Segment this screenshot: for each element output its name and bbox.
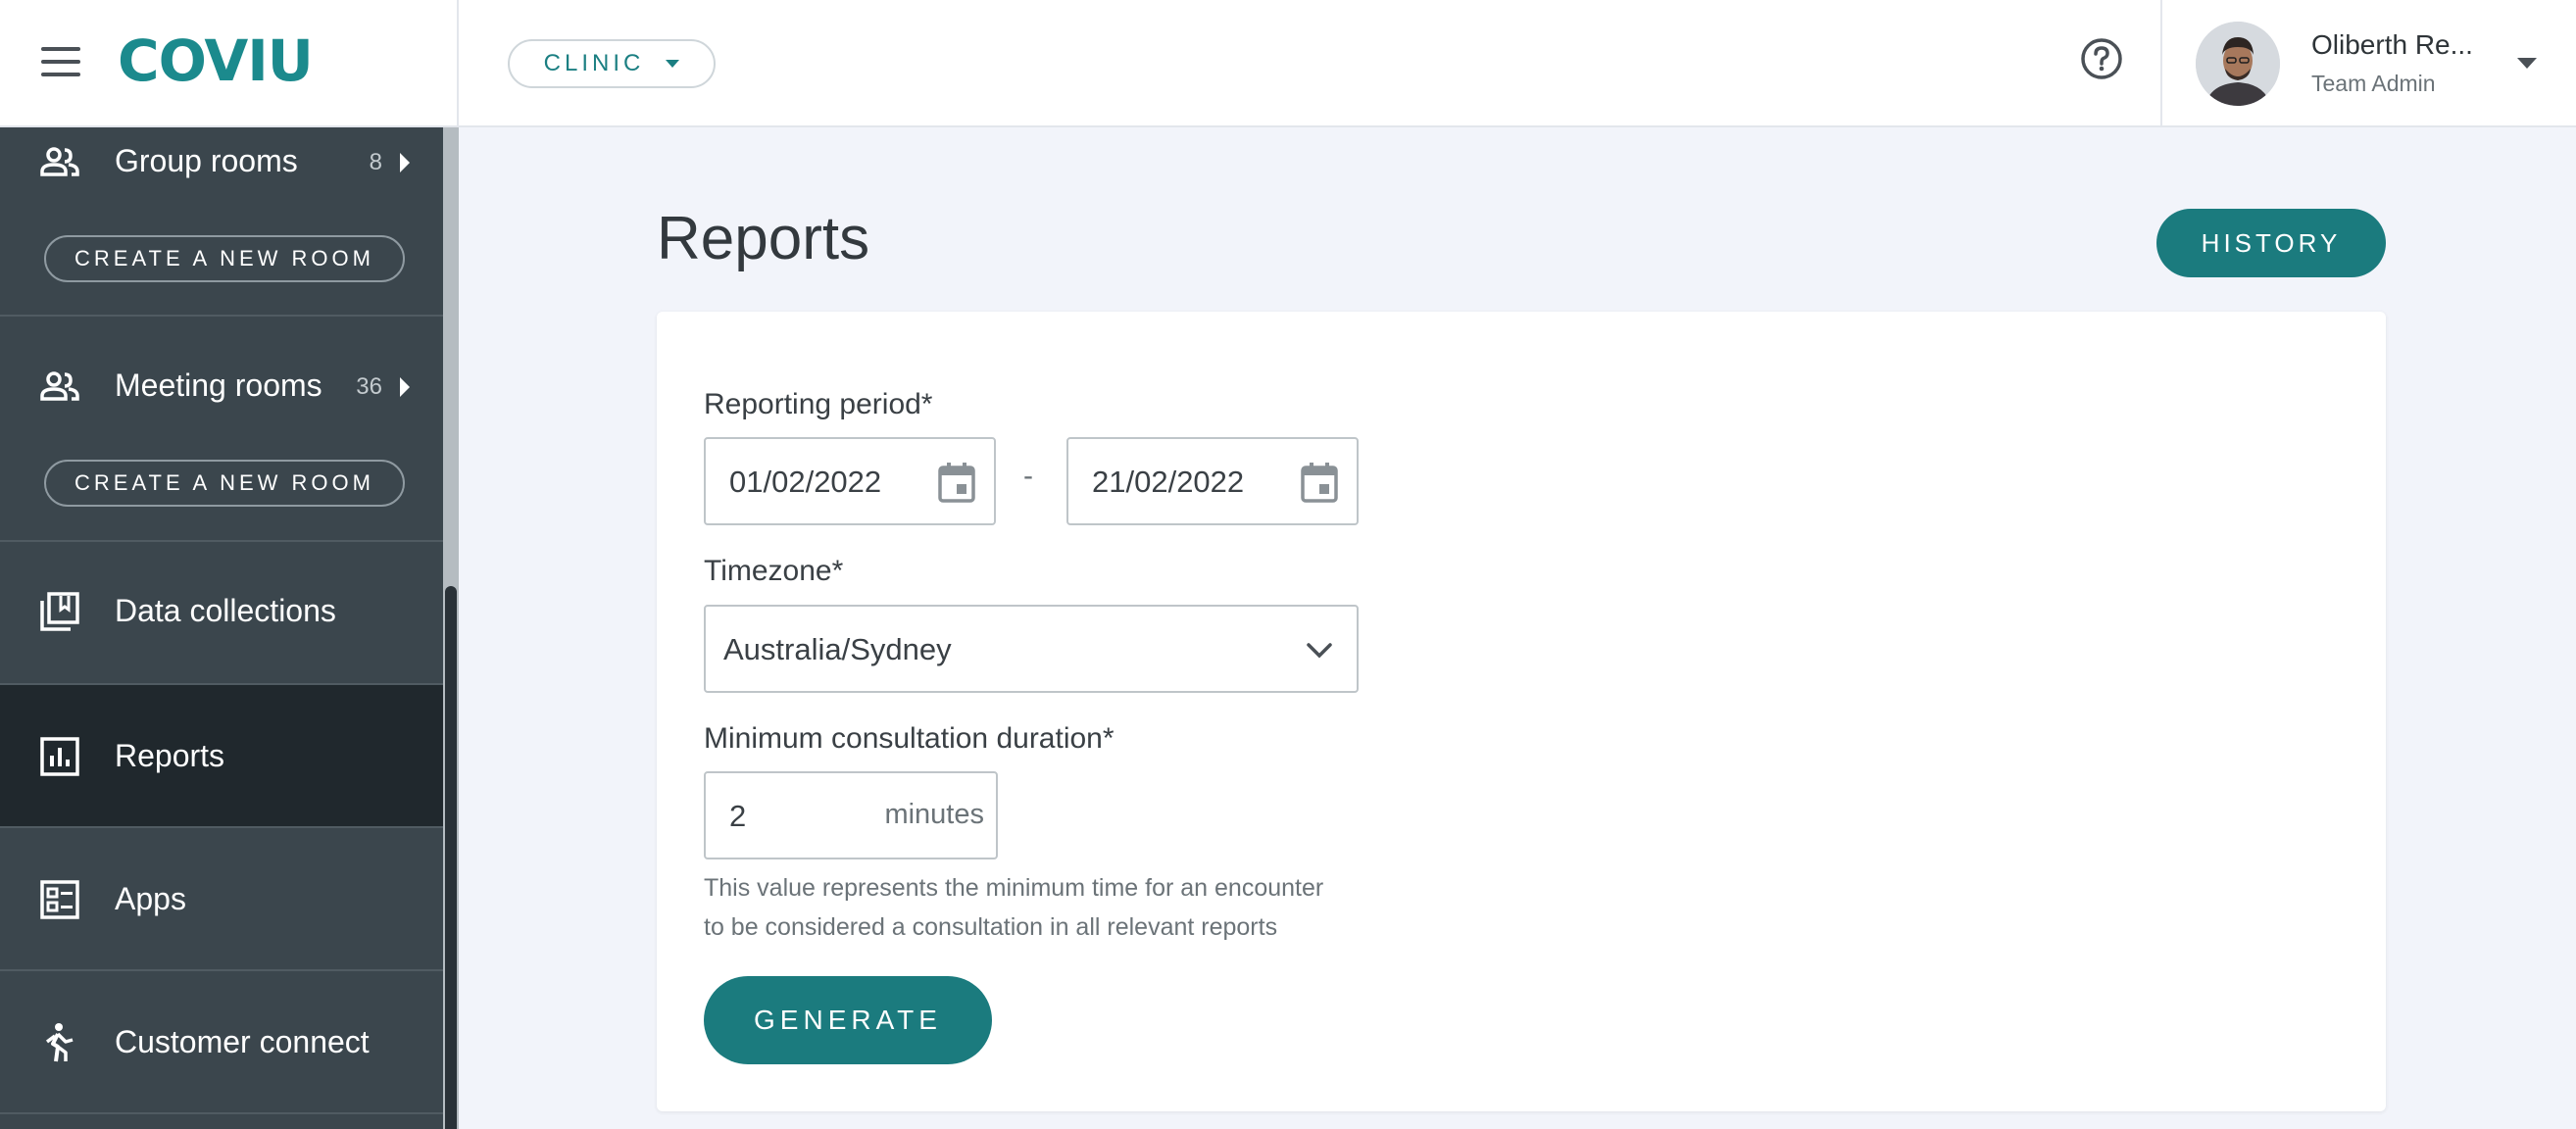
end-date-field[interactable]: 21/02/2022 (1066, 437, 1359, 525)
help-text-line: This value represents the minimum time f… (704, 874, 1324, 902)
user-name: Oliberth Re... (2311, 29, 2473, 60)
avatar (2196, 22, 2280, 106)
timezone-label: Timezone* (704, 555, 844, 587)
coviu-logo[interactable]: COVIU (118, 27, 314, 94)
sidebar: Group rooms 8 CREATE A NEW ROOM Meeting … (0, 127, 459, 1129)
collections-icon (40, 592, 79, 631)
chevron-right-icon (400, 377, 410, 397)
sidebar-section-group-rooms: Group rooms 8 CREATE A NEW ROOM (0, 127, 443, 317)
minimum-duration-label: Minimum consultation duration* (704, 722, 1115, 755)
user-role: Team Admin (2311, 71, 2436, 96)
sidebar-item-customer-connect[interactable]: Customer connect (0, 971, 443, 1114)
clinic-selector[interactable]: CLINIC (508, 39, 716, 88)
scrollbar-thumb[interactable] (445, 586, 457, 1129)
sidebar-section-meeting-rooms: Meeting rooms 36 CREATE A NEW ROOM (0, 317, 443, 542)
sidebar-item-label: Data collections (115, 593, 336, 628)
generate-button[interactable]: GENERATE (704, 976, 992, 1064)
sidebar-item-label: Customer connect (115, 1024, 370, 1059)
menu-icon[interactable] (41, 47, 80, 78)
timezone-select[interactable]: Australia/Sydney (704, 605, 1359, 693)
calendar-icon[interactable] (1300, 461, 1339, 504)
sidebar-scrollbar[interactable] (443, 127, 459, 1129)
history-button[interactable]: HISTORY (2156, 209, 2386, 277)
start-date-value: 01/02/2022 (729, 465, 882, 499)
sidebar-item-group-rooms[interactable]: Group rooms 8 (0, 133, 443, 192)
chevron-right-icon (400, 153, 410, 172)
end-date-value: 21/02/2022 (1092, 465, 1245, 499)
chart-icon (40, 737, 79, 776)
chevron-down-icon (1307, 643, 1332, 659)
room-count-badge: 8 (369, 149, 382, 175)
sidebar-item-label: Meeting rooms (115, 368, 322, 403)
help-icon[interactable] (2080, 37, 2123, 80)
caret-down-icon[interactable] (2517, 58, 2537, 69)
reporting-period-label: Reporting period* (704, 388, 933, 420)
report-form-card: Reporting period* 01/02/2022 - 21/02/202… (657, 312, 2386, 1111)
create-group-room-button[interactable]: CREATE A NEW ROOM (44, 235, 405, 282)
duration-unit: minutes (884, 799, 984, 830)
duration-help-text: This value represents the minimum time f… (704, 868, 1390, 947)
create-meeting-room-button[interactable]: CREATE A NEW ROOM (44, 460, 405, 507)
group-icon (40, 147, 79, 176)
room-count-badge: 36 (356, 373, 382, 400)
sidebar-item-apps[interactable]: Apps (0, 828, 443, 971)
sidebar-item-label: Group rooms (115, 143, 298, 178)
start-date-field[interactable]: 01/02/2022 (704, 437, 996, 525)
user-menu[interactable]: Oliberth Re... Team Admin (2160, 0, 2576, 127)
sidebar-item-reports[interactable]: Reports (0, 685, 443, 828)
page-title: Reports (657, 205, 870, 272)
sidebar-item-meeting-rooms[interactable]: Meeting rooms 36 (0, 358, 443, 417)
brand-area: COVIU (0, 0, 459, 127)
sidebar-item-data-collections[interactable]: Data collections (0, 542, 443, 685)
timezone-value: Australia/Sydney (723, 632, 952, 666)
caret-down-icon (666, 60, 680, 68)
date-range-separator: - (1023, 460, 1033, 492)
sidebar-item-label: Apps (115, 881, 186, 916)
clinic-selector-label: CLINIC (543, 50, 645, 76)
person-walking-icon (45, 1023, 74, 1062)
top-bar: COVIU CLINIC Oliberth Re... Team Admin (0, 0, 2576, 127)
minimum-duration-input[interactable]: 2 minutes (704, 771, 998, 859)
help-text-line: to be considered a consultation in all r… (704, 913, 1278, 941)
calendar-icon[interactable] (937, 461, 976, 504)
minimum-duration-value: 2 (729, 799, 747, 833)
group-icon (40, 371, 79, 401)
sidebar-item-label: Reports (115, 738, 225, 773)
apps-icon (40, 880, 79, 919)
